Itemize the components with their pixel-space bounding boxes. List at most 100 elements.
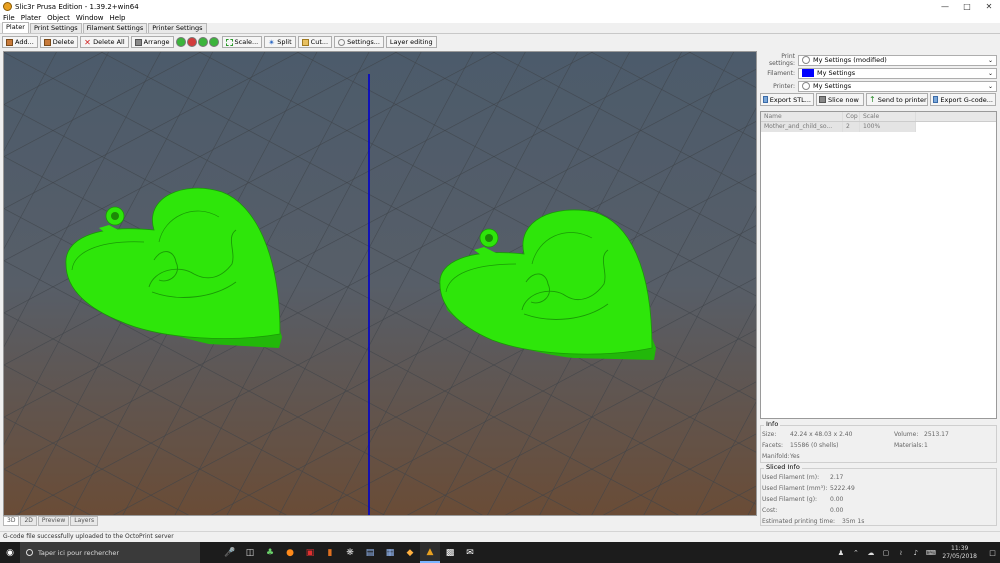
firefox-icon[interactable]: ● [280, 542, 300, 563]
clover-app-icon[interactable]: ♣ [260, 542, 280, 563]
notification-icon[interactable]: □ [988, 548, 997, 557]
settings-button[interactable]: Settings... [334, 36, 384, 48]
wifi-icon[interactable]: ≀ [896, 548, 905, 557]
menu-object[interactable]: Object [47, 14, 70, 22]
media-app-icon[interactable]: ▣ [300, 542, 320, 563]
export-gcode-button[interactable]: Export G-code... [930, 93, 996, 106]
menu-help[interactable]: Help [110, 14, 126, 22]
print-time-value: 35m 1s [842, 518, 865, 525]
brick-delete-icon [43, 38, 51, 46]
slice-now-button[interactable]: Slice now [816, 93, 864, 106]
view-tab-layers[interactable]: Layers [70, 516, 99, 526]
clock-date: 27/05/2018 [942, 552, 977, 560]
task-view-icon[interactable]: ◫ [240, 542, 260, 563]
rotate-right-icon[interactable] [208, 37, 219, 47]
windows-taskbar: ◉ Taper ici pour rechercher 🎤 ◫ ♣ ● ▣ ▮ … [0, 542, 1000, 563]
main-tabs: Plater Print Settings Filament Settings … [0, 22, 1000, 34]
delete-button[interactable]: Delete [39, 36, 79, 48]
cog-icon [338, 38, 346, 46]
system-tray: ♟ ⌃ ☁ ▢ ≀ ♪ ⌨ 11:39 27/05/2018 □ [833, 545, 1000, 561]
layer-editing-button[interactable]: Layer editing [385, 36, 437, 48]
arrange-icon [134, 38, 142, 46]
column-name[interactable]: Name [761, 112, 843, 121]
slic3r-taskbar-icon[interactable]: ▲ [420, 542, 440, 563]
cut-button[interactable]: Cut... [297, 36, 333, 48]
column-scale[interactable]: Scale [860, 112, 916, 121]
used-filament-m-label: Used Filament (m): [762, 474, 820, 481]
add-button[interactable]: Add... [2, 36, 38, 48]
slice-now-label: Slice now [828, 95, 859, 104]
column-copies[interactable]: Cop [843, 112, 860, 121]
cross-icon: ✕ [84, 37, 91, 47]
people-icon[interactable]: ♟ [836, 548, 845, 557]
filament-color-swatch[interactable] [802, 69, 814, 77]
menu-window[interactable]: Window [76, 14, 104, 22]
view-tabs: 3D 2D Preview Layers [3, 516, 99, 526]
increase-copies-icon[interactable] [175, 37, 186, 47]
search-icon [26, 549, 33, 556]
tab-filament-settings[interactable]: Filament Settings [82, 23, 148, 33]
document-app-icon[interactable]: ▦ [380, 542, 400, 563]
printer-select[interactable]: My Settings ⌄ [798, 80, 997, 92]
3d-scene[interactable] [4, 52, 757, 516]
object-scale-cell: 100% [860, 122, 916, 132]
view-tab-3d[interactable]: 3D [3, 516, 20, 526]
filament-select[interactable]: My Settings ⌄ [798, 67, 997, 79]
books-app-icon[interactable]: ▮ [320, 542, 340, 563]
settings-app-icon[interactable]: ❋ [340, 542, 360, 563]
tab-printer-settings[interactable]: Printer Settings [148, 23, 207, 33]
export-icon [933, 96, 939, 103]
filament-label: Filament: [767, 69, 795, 77]
microphone-icon[interactable]: 🎤 [220, 542, 240, 563]
taskbar-clock[interactable]: 11:39 27/05/2018 [942, 545, 977, 561]
tab-print-settings[interactable]: Print Settings [29, 23, 82, 33]
object-list[interactable]: Name Cop Scale Mother_and_child_so... 2 … [760, 111, 997, 419]
menu-plater[interactable]: Plater [21, 14, 41, 22]
taskbar-search-input[interactable]: Taper ici pour rechercher [20, 542, 200, 563]
menu-file[interactable]: File [3, 14, 15, 22]
used-filament-mm3-value: 5222.49 [830, 485, 855, 492]
export-stl-button[interactable]: Export STL... [760, 93, 814, 106]
table-row[interactable]: Mother_and_child_so... 2 100% [761, 122, 916, 132]
scale-button[interactable]: Scale... [221, 36, 263, 48]
split-button[interactable]: ✴ Split [264, 36, 296, 48]
info-materials-label: Materials: [894, 442, 924, 449]
used-filament-g-value: 0.00 [830, 496, 844, 503]
arrange-button[interactable]: Arrange [130, 36, 174, 48]
print-settings-select[interactable]: My Settings (modified) ⌄ [798, 54, 997, 66]
tab-plater[interactable]: Plater [2, 22, 29, 33]
split-button-label: Split [277, 38, 292, 46]
print-settings-label: Print settings: [769, 53, 795, 67]
send-to-printer-button[interactable]: ↑ Send to printer [866, 93, 928, 106]
info-size-label: Size: [762, 431, 777, 438]
slic3r-logo-icon [3, 2, 12, 11]
info-facets-value: 15586 (0 shells) [790, 442, 839, 449]
package-icon [301, 38, 309, 46]
chevron-up-icon[interactable]: ⌃ [851, 548, 860, 557]
window-app-icon[interactable]: ▤ [360, 542, 380, 563]
delete-all-button[interactable]: ✕ Delete All [80, 36, 129, 48]
chevron-down-icon: ⌄ [987, 56, 993, 64]
monitor-icon[interactable]: ▢ [881, 548, 890, 557]
maximize-icon[interactable]: □ [956, 0, 978, 13]
store-icon[interactable]: ▩ [440, 542, 460, 563]
close-icon[interactable]: ✕ [978, 0, 1000, 13]
minimize-icon[interactable]: — [934, 0, 956, 13]
info-manifold-value: Yes [790, 453, 800, 460]
rotate-left-icon[interactable] [197, 37, 208, 47]
language-icon[interactable]: ⌨ [926, 548, 936, 557]
mail-icon[interactable]: ✉ [460, 542, 480, 563]
view-tab-preview[interactable]: Preview [37, 516, 70, 526]
volume-icon[interactable]: ♪ [911, 548, 920, 557]
title-bar: Slic3r Prusa Edition - 1.39.2+win64 — □ … [0, 0, 1000, 13]
cloud-icon[interactable]: ☁ [866, 548, 875, 557]
windows-start-icon[interactable]: ◉ [0, 542, 20, 563]
status-bar: G-code file successfully uploaded to the… [0, 531, 1000, 542]
info-volume-label: Volume: [894, 431, 919, 438]
view-tab-2d[interactable]: 2D [20, 516, 37, 526]
decrease-copies-icon[interactable] [186, 37, 197, 47]
cog-icon [802, 82, 810, 90]
info-title: Info [764, 420, 781, 428]
3d-viewport[interactable] [3, 51, 757, 516]
paint-app-icon[interactable]: ◆ [400, 542, 420, 563]
